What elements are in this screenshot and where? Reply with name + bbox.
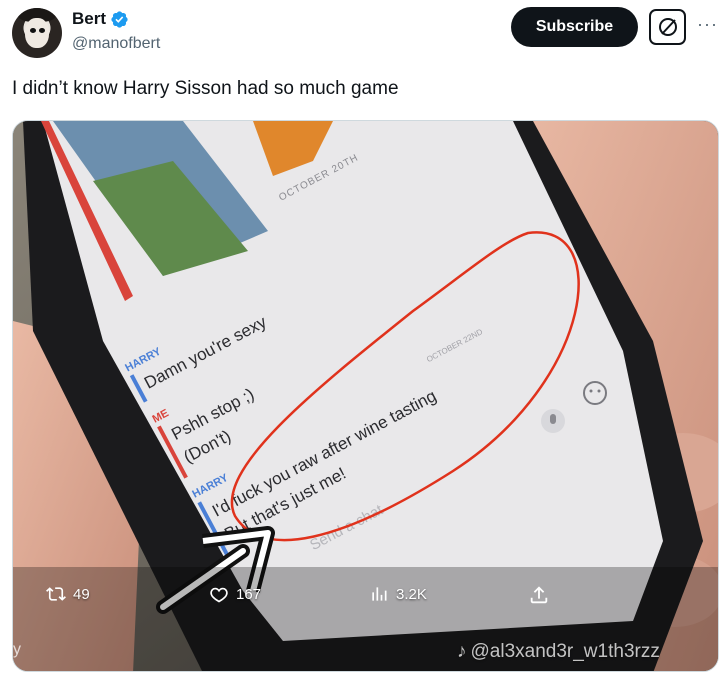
grok-button[interactable]: [649, 9, 686, 45]
avatar-face: [25, 18, 49, 48]
tweet-header: Bert @manofbert Subscribe ···: [0, 0, 728, 70]
name-row: Bert: [72, 9, 129, 29]
like-count: 167: [236, 585, 262, 603]
mic-icon: [541, 409, 565, 433]
video-stats-bar: 49 167 3.2K: [13, 567, 718, 623]
avatar-eye: [39, 28, 45, 33]
retweet-icon: [46, 587, 66, 601]
more-icon[interactable]: ···: [697, 14, 718, 35]
tweet-media[interactable]: OCTOBER 20TH HARRY Damn you're sexy ME P…: [12, 120, 719, 672]
verified-badge-icon: [111, 10, 128, 28]
views-icon: [372, 587, 387, 601]
share-stat[interactable]: [528, 584, 550, 606]
share-icon: [530, 586, 548, 604]
heart-icon: [210, 587, 228, 603]
grok-icon: [658, 18, 677, 36]
views-count: 3.2K: [396, 585, 427, 603]
tiktok-watermark: ♪ @al3xand3r_w1th3rzz: [457, 641, 660, 663]
retweet-stat[interactable]: 49: [45, 584, 90, 604]
corner-text: y: [13, 641, 21, 658]
tweet-text: I didn’t know Harry Sisson had so much g…: [12, 78, 399, 99]
subscribe-button[interactable]: Subscribe: [511, 7, 638, 47]
retweet-count: 49: [73, 585, 90, 603]
views-stat[interactable]: 3.2K: [368, 584, 427, 604]
watermark-text: @al3xand3r_w1th3rzz: [470, 641, 660, 662]
author-handle[interactable]: @manofbert: [72, 35, 160, 53]
like-stat[interactable]: 167: [208, 584, 261, 604]
author-name[interactable]: Bert: [72, 9, 106, 29]
tiktok-icon: ♪: [457, 641, 467, 662]
avatar-eye: [30, 28, 36, 33]
avatar[interactable]: [12, 8, 62, 58]
